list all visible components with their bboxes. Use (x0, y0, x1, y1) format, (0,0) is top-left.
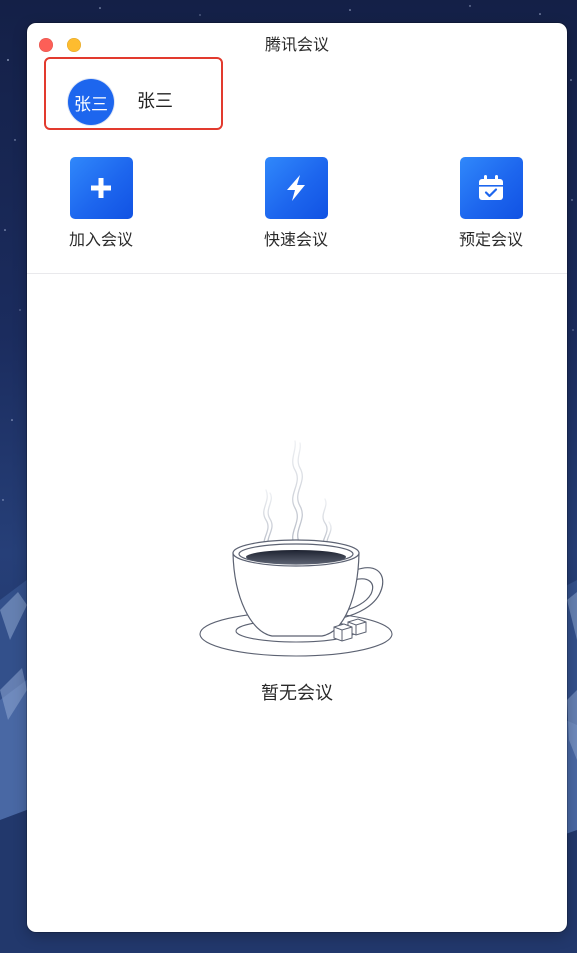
calendar-icon (479, 175, 503, 200)
user-name[interactable]: 张三 (137, 90, 173, 112)
schedule-meeting-tile[interactable] (459, 157, 523, 219)
quick-meeting-tile[interactable] (264, 157, 328, 219)
window-title: 腾讯会议 (264, 37, 329, 54)
join-meeting-tile[interactable] (69, 157, 133, 219)
schedule-meeting-label: 预定会议 (458, 232, 523, 249)
schedule-meeting-button[interactable]: 预定会议 (431, 157, 551, 251)
lightning-icon (287, 175, 305, 201)
empty-state-text: 暂无会议 (261, 683, 333, 703)
plus-icon (91, 178, 111, 198)
coffee (246, 550, 346, 564)
join-meeting-label: 加入会议 (68, 232, 133, 249)
steam (263, 440, 332, 551)
app-window: 腾讯会议 张三 张三 加入会议 快速会议 预定会议 暂无会议 (27, 23, 567, 932)
quick-meeting-label: 快速会议 (263, 232, 328, 249)
divider (27, 273, 567, 274)
quick-meeting-button[interactable]: 快速会议 (236, 157, 356, 251)
join-meeting-button[interactable]: 加入会议 (41, 157, 161, 251)
coffee-cup-icon (199, 440, 393, 657)
avatar[interactable]: 张三 (68, 79, 114, 125)
